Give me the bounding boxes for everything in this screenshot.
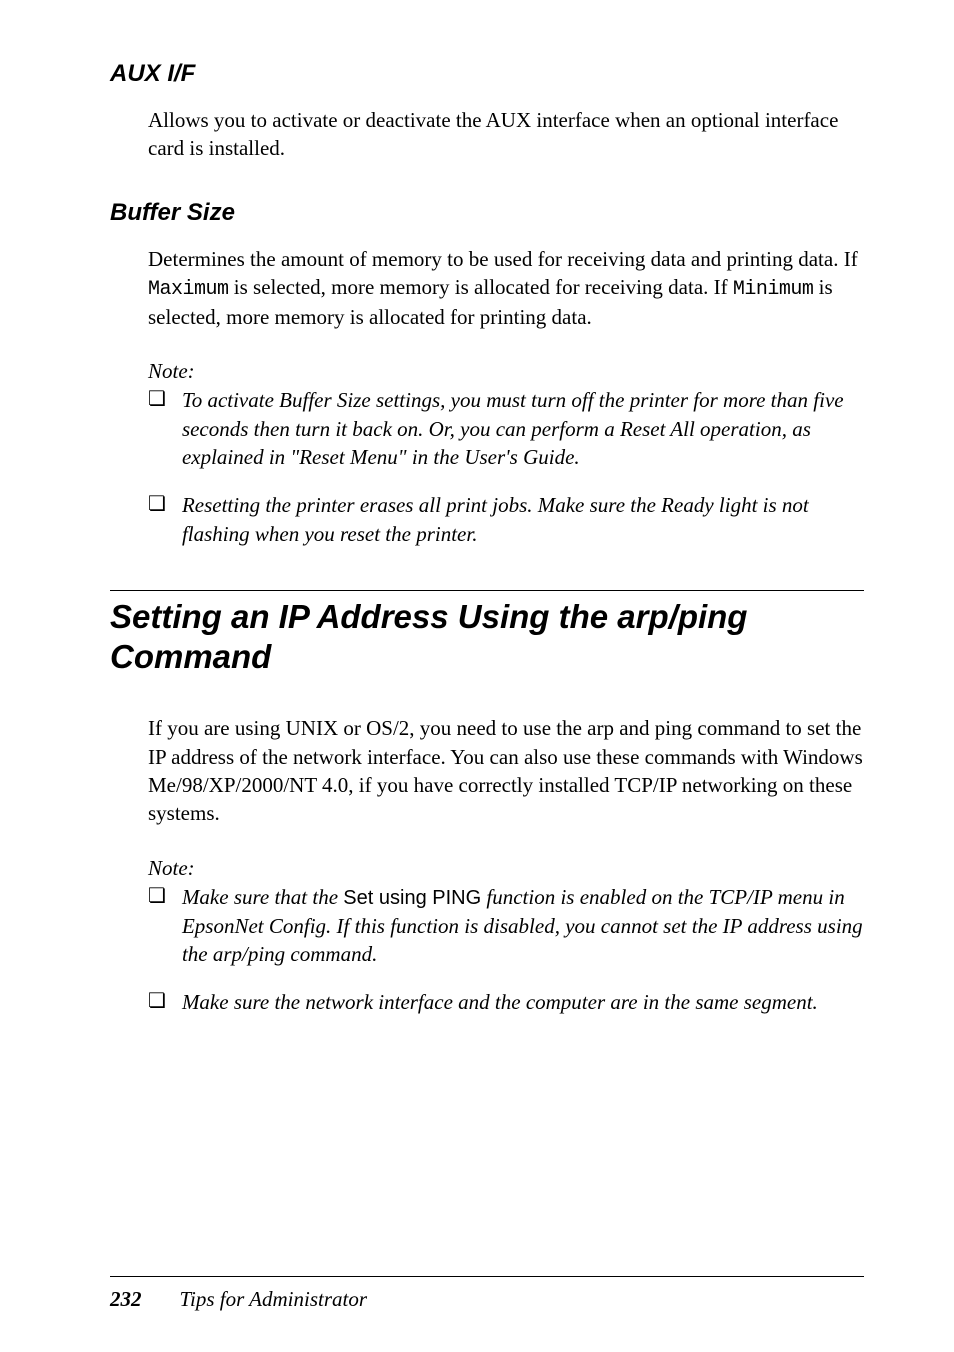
bullet-icon: ❏ [148, 386, 166, 471]
buffer-body-pre1: Determines the amount of memory to be us… [148, 247, 858, 271]
buffer-heading: Buffer Size [110, 199, 864, 227]
buffer-mono1: Maximum [148, 278, 229, 301]
arp-ping-body: If you are using UNIX or OS/2, you need … [148, 714, 864, 827]
arp-note-item-1: ❏ Make sure that the Set using PING func… [148, 883, 864, 969]
arp-note-label: Note: [148, 856, 864, 881]
buffer-note-2: Resetting the printer erases all print j… [182, 491, 864, 548]
footer-title: Tips for Administrator [180, 1287, 368, 1312]
arp-note-1-sans: Set using PING [343, 887, 481, 909]
section-divider [110, 590, 864, 591]
bullet-icon: ❏ [148, 988, 166, 1016]
buffer-note-item-1: ❏ To activate Buffer Size settings, you … [148, 386, 864, 471]
buffer-note-item-2: ❏ Resetting the printer erases all print… [148, 491, 864, 548]
arp-ping-heading: Setting an IP Address Using the arp/ping… [110, 597, 864, 676]
buffer-body: Determines the amount of memory to be us… [148, 245, 864, 332]
aux-body: Allows you to activate or deactivate the… [148, 106, 864, 163]
arp-note-2: Make sure the network interface and the … [182, 988, 818, 1016]
buffer-note-label: Note: [148, 359, 864, 384]
arp-note-1: Make sure that the Set using PING functi… [182, 883, 864, 969]
buffer-body-mid1: is selected, more memory is allocated fo… [229, 275, 733, 299]
bullet-icon: ❏ [148, 491, 166, 548]
arp-note-item-2: ❏ Make sure the network interface and th… [148, 988, 864, 1016]
buffer-note-1: To activate Buffer Size settings, you mu… [182, 386, 864, 471]
page-footer: 232 Tips for Administrator [110, 1276, 864, 1312]
aux-heading: AUX I/F [110, 60, 864, 88]
page-number: 232 [110, 1287, 142, 1312]
arp-note-1-pre: Make sure that the [182, 885, 343, 909]
buffer-mono2: Minimum [733, 278, 814, 301]
bullet-icon: ❏ [148, 883, 166, 969]
